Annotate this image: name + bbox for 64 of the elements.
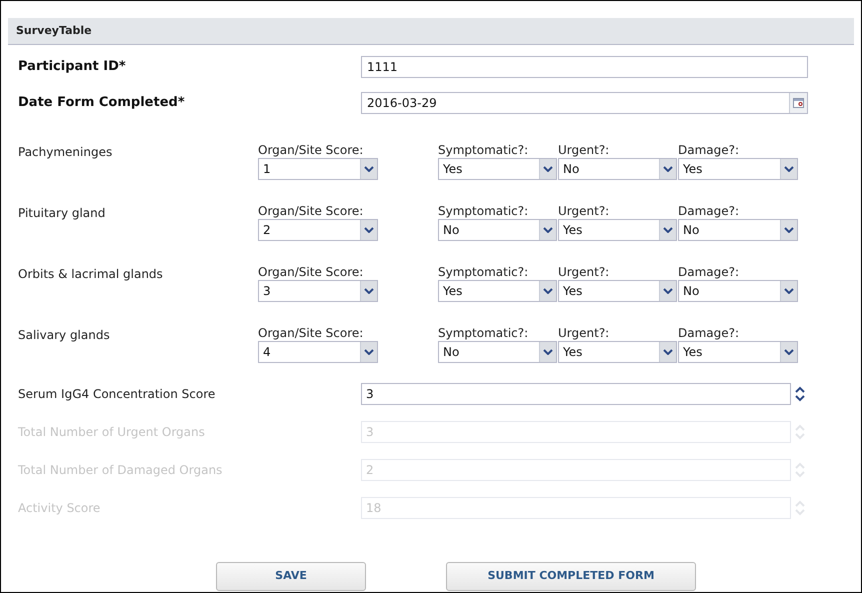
chevron-down-icon[interactable] [360, 281, 377, 301]
dropdown[interactable]: Yes [678, 158, 798, 180]
field-label: Serum IgG4 Concentration Score [17, 386, 216, 403]
chevron-down-icon[interactable] [780, 220, 797, 240]
chevron-down-icon[interactable] [780, 342, 797, 362]
select-label: Symptomatic?: [438, 143, 530, 158]
field-label: Activity Score [17, 500, 102, 517]
organ-label: Salivary glands [17, 327, 111, 344]
chevron-down-icon[interactable] [780, 281, 797, 301]
field-label: Participant ID* [17, 58, 127, 76]
select-label: Symptomatic?: [438, 204, 530, 219]
dropdown[interactable]: 1 [258, 158, 378, 180]
select-label: Urgent?: [558, 204, 610, 219]
select-label: Organ/Site Score: [258, 265, 364, 280]
submit-button[interactable]: SUBMIT COMPLETED FORM [446, 562, 696, 591]
chevron-down-icon[interactable] [539, 342, 556, 362]
select-label: Urgent?: [558, 326, 610, 341]
select-label: Organ/Site Score: [258, 326, 364, 341]
chevron-down-icon[interactable] [360, 159, 377, 179]
dropdown[interactable]: Yes [558, 219, 677, 241]
chevron-down-icon[interactable] [539, 220, 556, 240]
organ-label: Orbits & lacrimal glands [17, 266, 164, 283]
select-label: Organ/Site Score: [258, 204, 364, 219]
chevron-down-icon[interactable] [659, 342, 676, 362]
dropdown[interactable]: 4 [258, 341, 378, 363]
chevron-down-icon[interactable] [539, 159, 556, 179]
chevron-down-icon[interactable] [659, 159, 676, 179]
organ-label: Pachymeninges [17, 144, 114, 161]
panel-title: SurveyTable [16, 22, 92, 39]
chevron-down-icon[interactable] [659, 281, 676, 301]
select-label: Damage?: [678, 143, 740, 158]
select-label: Symptomatic?: [438, 265, 530, 280]
input-field[interactable]: 1111 [361, 56, 808, 78]
dropdown[interactable]: Yes [678, 341, 798, 363]
field-label: Date Form Completed* [17, 94, 186, 112]
dropdown[interactable]: No [438, 219, 557, 241]
field-label: Total Number of Urgent Organs [17, 424, 206, 441]
dropdown[interactable]: Yes [438, 158, 557, 180]
chevron-down-icon[interactable] [659, 220, 676, 240]
select-label: Symptomatic?: [438, 326, 530, 341]
dropdown[interactable]: 3 [258, 280, 378, 302]
chevron-down-icon[interactable] [360, 220, 377, 240]
select-label: Damage?: [678, 326, 740, 341]
chevron-down-icon[interactable] [539, 281, 556, 301]
calendar-icon[interactable] [789, 93, 807, 113]
chevron-down-icon[interactable] [360, 342, 377, 362]
dropdown[interactable]: No [678, 219, 798, 241]
dropdown[interactable]: No [438, 341, 557, 363]
dropdown[interactable]: Yes [438, 280, 557, 302]
dropdown[interactable]: Yes [558, 280, 677, 302]
save-button[interactable]: SAVE [216, 562, 366, 591]
date-field[interactable]: 2016-03-29 [361, 92, 808, 114]
dropdown[interactable]: Yes [558, 341, 677, 363]
dropdown[interactable]: No [558, 158, 677, 180]
select-label: Urgent?: [558, 265, 610, 280]
chevron-down-icon[interactable] [780, 159, 797, 179]
field-label: Total Number of Damaged Organs [17, 462, 224, 479]
organ-label: Pituitary gland [17, 205, 106, 222]
dropdown[interactable]: No [678, 280, 798, 302]
dropdown[interactable]: 2 [258, 219, 378, 241]
select-label: Organ/Site Score: [258, 143, 364, 158]
select-label: Urgent?: [558, 143, 610, 158]
select-label: Damage?: [678, 265, 740, 280]
select-label: Damage?: [678, 204, 740, 219]
